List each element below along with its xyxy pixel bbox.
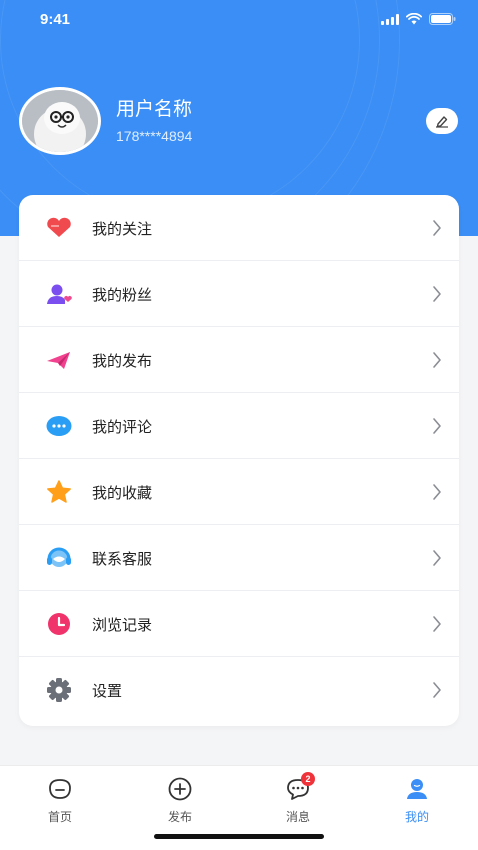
menu-item-label: 我的发布 <box>92 352 153 370</box>
menu-item-customer-service[interactable]: 联系客服 <box>19 525 459 591</box>
chevron-right-icon <box>433 550 441 566</box>
tab-messages[interactable]: 2 消息 <box>258 772 338 832</box>
headset-icon <box>45 545 73 571</box>
profile-section: 用户名称 178****4894 <box>0 84 478 160</box>
tab-mine[interactable]: 我的 <box>377 776 457 832</box>
tab-label: 我的 <box>404 810 429 824</box>
status-bar: 9:41 <box>0 0 478 44</box>
tab-label: 发布 <box>167 810 192 824</box>
menu-item-posts[interactable]: 我的发布 <box>19 327 459 393</box>
menu-item-following[interactable]: 我的关注 <box>19 195 459 261</box>
avatar-image <box>22 90 98 152</box>
battery-icon <box>429 13 456 25</box>
chevron-right-icon <box>433 286 441 302</box>
message-badge: 2 <box>301 772 315 786</box>
avatar[interactable] <box>19 87 101 155</box>
cellular-signal-icon <box>381 13 399 25</box>
profile-icon <box>404 776 430 802</box>
menu-item-label: 我的收藏 <box>92 484 153 502</box>
home-indicator <box>154 834 324 839</box>
paper-plane-icon <box>45 347 73 373</box>
menu-item-settings[interactable]: 设置 <box>19 657 459 723</box>
menu-item-label: 我的评论 <box>92 418 153 436</box>
home-icon <box>47 776 73 802</box>
chevron-right-icon <box>433 484 441 500</box>
plus-circle-icon <box>167 776 193 802</box>
chevron-right-icon <box>433 616 441 632</box>
comment-icon <box>45 413 73 439</box>
edit-icon <box>436 116 448 128</box>
edit-profile-button[interactable] <box>426 108 458 134</box>
status-icons <box>381 13 456 25</box>
menu-item-label: 联系客服 <box>92 550 153 568</box>
menu-item-label: 浏览记录 <box>92 616 153 634</box>
menu-item-label: 我的关注 <box>92 220 153 238</box>
clock-icon <box>45 611 73 637</box>
user-name: 用户名称 <box>116 98 193 120</box>
tab-home[interactable]: 首页 <box>20 776 100 832</box>
user-phone: 178****4894 <box>116 128 193 144</box>
chevron-right-icon <box>433 220 441 236</box>
menu-item-history[interactable]: 浏览记录 <box>19 591 459 657</box>
heart-icon <box>45 215 73 241</box>
message-icon: 2 <box>285 772 315 802</box>
chevron-right-icon <box>433 352 441 368</box>
menu-item-label: 设置 <box>92 682 123 700</box>
menu-item-followers[interactable]: 我的粉丝 <box>19 261 459 327</box>
tab-label: 首页 <box>47 810 72 824</box>
chevron-right-icon <box>433 682 441 698</box>
status-time: 9:41 <box>40 11 71 28</box>
wifi-icon <box>406 13 422 25</box>
menu-item-label: 我的粉丝 <box>92 286 153 304</box>
tab-label: 消息 <box>285 810 310 824</box>
star-icon <box>45 479 73 505</box>
user-heart-icon <box>45 281 73 307</box>
tab-publish[interactable]: 发布 <box>140 776 220 832</box>
chevron-right-icon <box>433 418 441 434</box>
menu-item-comments[interactable]: 我的评论 <box>19 393 459 459</box>
gear-icon <box>45 677 73 703</box>
menu-item-favorites[interactable]: 我的收藏 <box>19 459 459 525</box>
menu-card: 我的关注 我的粉丝 我的发布 我的评论 我的收藏 联系客服 浏览记录 设置 <box>19 195 459 726</box>
